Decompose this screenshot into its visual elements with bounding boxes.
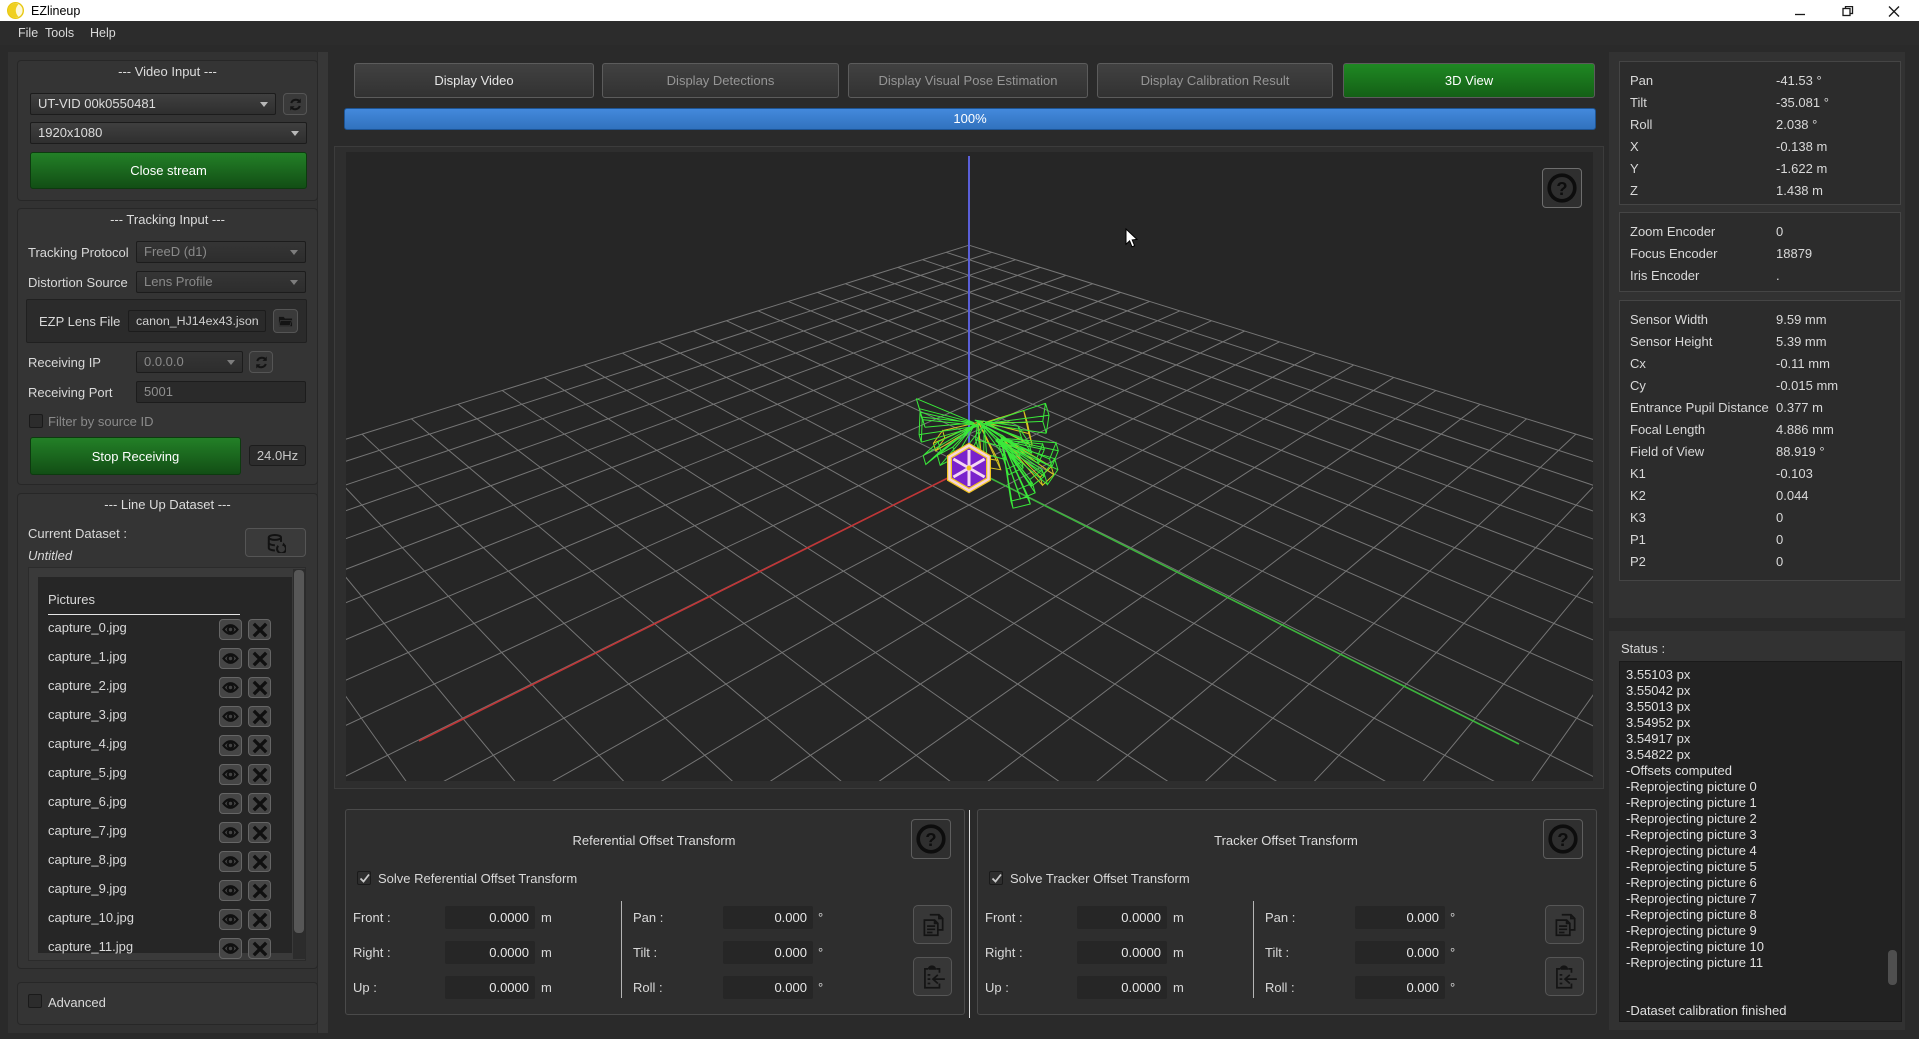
svg-text:?: ? — [1556, 178, 1567, 199]
svg-text:?: ? — [925, 829, 936, 850]
svg-text:?: ? — [1557, 829, 1568, 850]
